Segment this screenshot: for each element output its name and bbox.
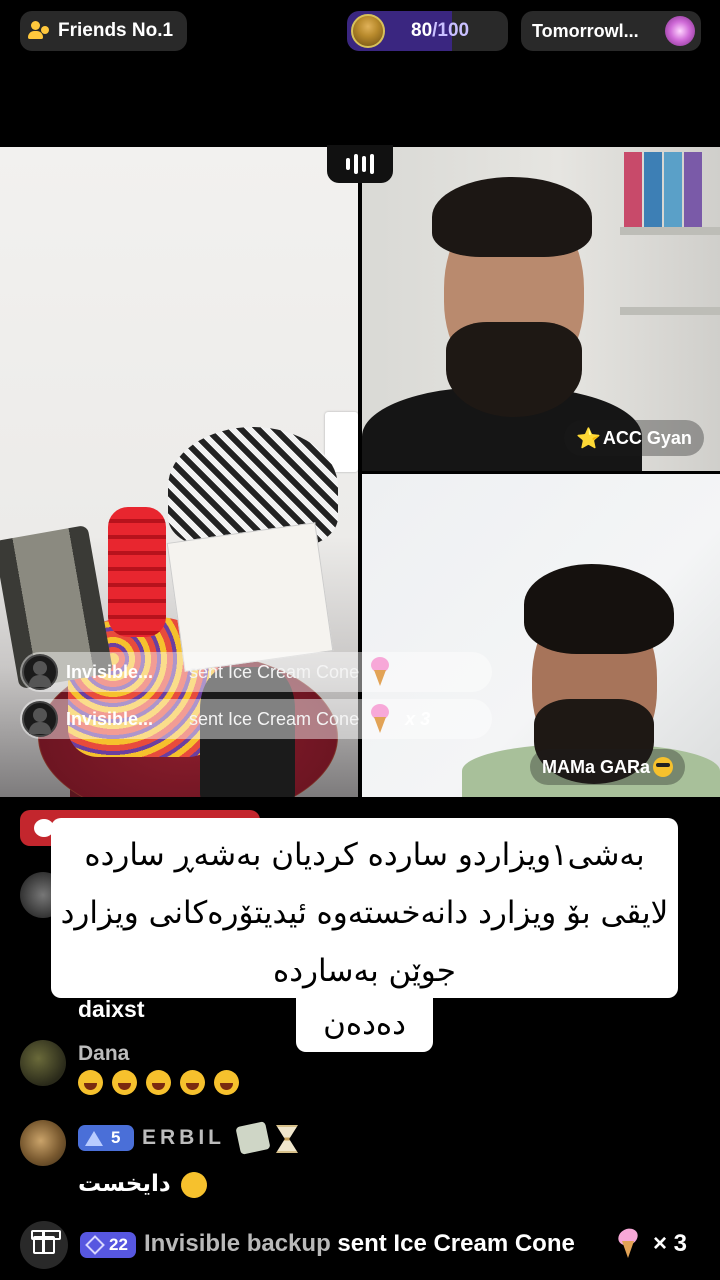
diamond-icon: [85, 1235, 105, 1255]
laughing-emoji-icon: [180, 1070, 205, 1095]
friends-rank-pill[interactable]: Friends No.1: [20, 11, 187, 51]
level-value: 5: [111, 1128, 121, 1147]
binder: [624, 152, 642, 227]
gift-sender: Invisible backup: [144, 1230, 331, 1257]
level-triangle-icon: [85, 1130, 103, 1146]
friends-icon-secondary: [41, 26, 49, 34]
participant-name: MAMa GARa: [542, 756, 651, 777]
chat-avatar[interactable]: [20, 1120, 66, 1166]
participant-name-tag-bottom[interactable]: MAMa GARa: [530, 749, 686, 785]
laughing-emoji-icon: [214, 1070, 239, 1095]
gift-ticker: Invisible backup sent Ice Cream Cone: [144, 1230, 575, 1258]
chat-avatar[interactable]: [20, 1040, 66, 1086]
bottom-bar: 22 Invisible backup sent Ice Cream Cone …: [0, 1216, 720, 1272]
laughing-emoji-icon: [112, 1070, 137, 1095]
laughing-emojis: [78, 1070, 239, 1095]
level-value: 22: [109, 1235, 128, 1254]
hourglass-icon: [276, 1125, 298, 1153]
goal-progress-value: 80: [411, 20, 433, 41]
ice-cream-cone-icon: [616, 1229, 640, 1259]
laughing-emoji-icon: [78, 1070, 103, 1095]
level-badge: 5: [78, 1125, 134, 1151]
shelf: [620, 227, 720, 235]
money-icon: [235, 1121, 271, 1155]
sunglasses-emoji-icon: [653, 757, 674, 777]
sender-avatar: [22, 701, 58, 737]
binder: [664, 152, 682, 227]
gift-notification[interactable]: Invisible... sent Ice Cream Cone x 3: [20, 699, 492, 739]
caption-overlay: بەشی١ویزاردو سارده کردیان بەشەڕ سارده لا…: [51, 818, 678, 998]
friends-label: Friends No.1: [58, 20, 174, 41]
rofl-emoji-icon: [176, 1167, 212, 1203]
participant-name-tag-top[interactable]: ⭐ ACC Gyan: [564, 420, 704, 456]
event-pill[interactable]: Tomorrowl...: [521, 11, 701, 51]
event-label: Tomorrowl...: [532, 20, 639, 41]
gift-notification[interactable]: Invisible... sent Ice Cream Cone: [20, 652, 492, 692]
gift-button[interactable]: [20, 1221, 68, 1269]
red-decoration: [108, 507, 166, 637]
gift-sender: Invisible...: [66, 708, 154, 729]
gift-multiplier: x 3: [405, 708, 431, 729]
chat-message: daixst: [78, 996, 145, 1022]
tomorrowland-logo: [665, 16, 695, 46]
gift-multiplier: × 3: [653, 1230, 688, 1257]
caption-overlay-tail: دەدەن: [296, 996, 433, 1052]
layout-toggle-handle[interactable]: [327, 145, 393, 183]
person-hair: [524, 564, 674, 654]
goal-progress-pill[interactable]: 80/100: [347, 11, 508, 51]
chat-message: دایخست: [78, 1167, 212, 1203]
shelf: [620, 307, 720, 315]
binder: [644, 152, 662, 227]
goal-progress-text: 80/100: [411, 20, 469, 42]
gift-sender: Invisible...: [66, 661, 154, 682]
host-avatar: [351, 14, 385, 48]
chat-message-text: دایخست: [78, 1170, 171, 1196]
laughing-emoji-icon: [146, 1070, 171, 1095]
business-card: [166, 522, 334, 672]
gift-action: sent Ice Cream Cone: [189, 661, 360, 682]
goal-progress-max: 100: [437, 20, 470, 41]
chat-username[interactable]: ERBIL: [142, 1126, 225, 1150]
gift-action: sent Ice Cream Cone: [337, 1230, 575, 1257]
gift-icon: [31, 1230, 61, 1254]
star-icon: ⭐: [576, 427, 601, 450]
sender-avatar: [22, 654, 58, 690]
person-hair: [432, 177, 592, 257]
ice-cream-cone-icon: [369, 657, 391, 687]
person-beard: [446, 322, 582, 417]
level-badge: 22: [80, 1232, 136, 1258]
participant-name: ACC Gyan: [602, 427, 692, 448]
ice-cream-cone-icon: [369, 704, 391, 734]
gift-action: sent Ice Cream Cone: [189, 708, 360, 729]
binder: [684, 152, 702, 227]
chat-username[interactable]: Dana: [78, 1042, 129, 1066]
